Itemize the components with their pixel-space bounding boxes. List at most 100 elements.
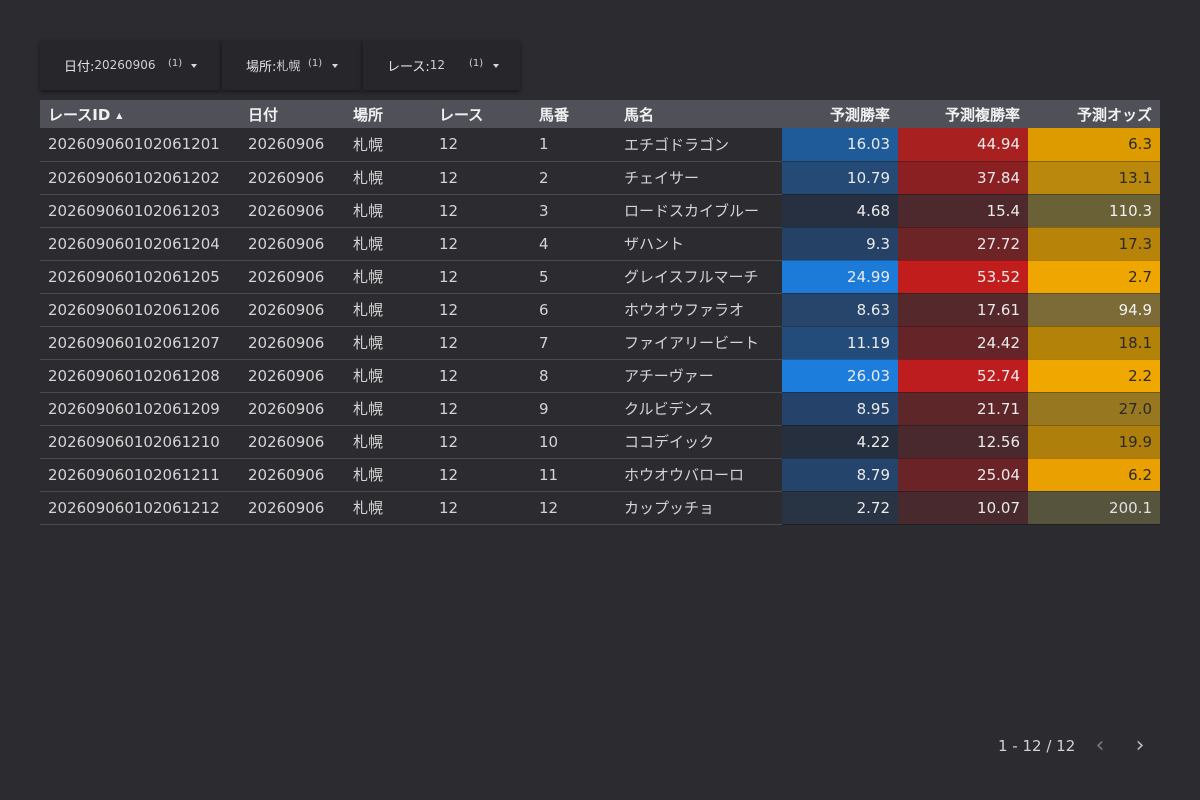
horse-name-cell: チェイサー <box>616 161 782 195</box>
race-cell: 12 <box>431 359 531 393</box>
win-rate-cell: 4.68 <box>782 194 898 228</box>
table-row: 202609060102061201 20260906 札幌 12 1 エチゴドラゴン 16… <box>40 128 1160 162</box>
date-cell: 20260906 <box>240 491 345 525</box>
horse-name-cell: アチーヴァー <box>616 359 782 393</box>
prediction-table: レースID ▲ 日付 場所 レース 馬番 馬名 予測勝率 予測複勝率 予測オッズ … <box>40 100 1160 525</box>
odds-cell: 6.2 <box>1028 458 1160 492</box>
table-row: 202609060102061205 20260906 札幌 12 5 グレイスフルマーチ… <box>40 260 1160 294</box>
win-rate-cell: 8.95 <box>782 392 898 426</box>
column-header-date[interactable]: 日付 <box>240 100 345 128</box>
chevron-left-icon[interactable]: ‹ <box>1080 734 1120 758</box>
odds-cell: 110.3 <box>1028 194 1160 228</box>
venue-filter-count: (1) <box>308 58 323 69</box>
race-id-cell: 202609060102061208 <box>40 359 240 393</box>
win-rate-cell: 16.03 <box>782 128 898 162</box>
column-header-place-rate[interactable]: 予測複勝率 <box>898 100 1028 128</box>
place-rate-cell: 24.42 <box>898 326 1028 360</box>
race-id-cell: 202609060102061210 <box>40 425 240 459</box>
odds-cell: 6.3 <box>1028 128 1160 162</box>
place-rate-cell: 15.4 <box>898 194 1028 228</box>
race-id-cell: 202609060102061205 <box>40 260 240 294</box>
odds-cell: 94.9 <box>1028 293 1160 327</box>
column-header-venue[interactable]: 場所 <box>345 100 431 128</box>
place-rate-cell: 52.74 <box>898 359 1028 393</box>
dropdown-caret-icon <box>191 64 197 68</box>
venue-cell: 札幌 <box>345 293 431 327</box>
table-row: 202609060102061203 20260906 札幌 12 3 ロードスカイブルー… <box>40 194 1160 228</box>
race-id-cell: 202609060102061206 <box>40 293 240 327</box>
venue-cell: 札幌 <box>345 392 431 426</box>
table-row: 202609060102061210 20260906 札幌 12 10 ココデイック 4.… <box>40 425 1160 459</box>
chevron-right-icon[interactable]: › <box>1120 734 1160 758</box>
odds-cell: 13.1 <box>1028 161 1160 195</box>
table-row: 202609060102061209 20260906 札幌 12 9 クルビデンス 8.9… <box>40 392 1160 426</box>
win-rate-cell: 8.63 <box>782 293 898 327</box>
horse-name-cell: ロードスカイブルー <box>616 194 782 228</box>
horse-number-cell: 11 <box>531 458 616 492</box>
venue-cell: 札幌 <box>345 359 431 393</box>
place-rate-cell: 37.84 <box>898 161 1028 195</box>
dropdown-caret-icon <box>332 64 338 68</box>
table-row: 202609060102061206 20260906 札幌 12 6 ホウオウファラオ 8… <box>40 293 1160 327</box>
date-cell: 20260906 <box>240 227 345 261</box>
win-rate-cell: 24.99 <box>782 260 898 294</box>
race-id-cell: 202609060102061212 <box>40 491 240 525</box>
date-cell: 20260906 <box>240 194 345 228</box>
odds-cell: 2.7 <box>1028 260 1160 294</box>
column-header-horse-number[interactable]: 馬番 <box>531 100 616 128</box>
place-rate-cell: 27.72 <box>898 227 1028 261</box>
race-filter[interactable]: レース: 12 (1) <box>363 40 520 90</box>
column-header-horse-name[interactable]: 馬名 <box>616 100 782 128</box>
table-header: レースID ▲ 日付 場所 レース 馬番 馬名 予測勝率 予測複勝率 予測オッズ <box>40 100 1160 128</box>
horse-name-cell: ココデイック <box>616 425 782 459</box>
venue-filter-label: 場所: <box>246 59 277 75</box>
horse-number-cell: 10 <box>531 425 616 459</box>
place-rate-cell: 21.71 <box>898 392 1028 426</box>
race-filter-value: 12 <box>429 58 446 72</box>
column-header-win-rate[interactable]: 予測勝率 <box>782 100 898 128</box>
place-rate-cell: 17.61 <box>898 293 1028 327</box>
horse-number-cell: 6 <box>531 293 616 327</box>
horse-name-cell: ザハント <box>616 227 782 261</box>
odds-cell: 2.2 <box>1028 359 1160 393</box>
horse-number-cell: 2 <box>531 161 616 195</box>
win-rate-cell: 4.22 <box>782 425 898 459</box>
venue-filter-value: 札幌 <box>276 58 301 73</box>
horse-number-cell: 4 <box>531 227 616 261</box>
venue-filter[interactable]: 場所: 札幌 (1) <box>222 40 361 90</box>
pagination: 1 - 12 / 12 ‹ › <box>990 734 1160 758</box>
venue-cell: 札幌 <box>345 491 431 525</box>
race-cell: 12 <box>431 326 531 360</box>
table-body: 202609060102061201 20260906 札幌 12 1 エチゴドラゴン 16… <box>40 128 1160 525</box>
race-id-cell: 202609060102061202 <box>40 161 240 195</box>
race-cell: 12 <box>431 392 531 426</box>
date-cell: 20260906 <box>240 392 345 426</box>
horse-number-cell: 3 <box>531 194 616 228</box>
race-id-cell: 202609060102061211 <box>40 458 240 492</box>
date-filter[interactable]: 日付: 20260906 (1) <box>40 40 220 90</box>
column-header-race-id[interactable]: レースID ▲ <box>40 100 240 128</box>
horse-name-cell: クルビデンス <box>616 392 782 426</box>
date-filter-label: 日付: <box>64 59 95 75</box>
date-cell: 20260906 <box>240 260 345 294</box>
column-header-odds[interactable]: 予測オッズ <box>1028 100 1160 128</box>
race-cell: 12 <box>431 128 531 162</box>
filter-bar: 日付: 20260906 (1) 場所: 札幌 (1) レース: 12 (1) <box>40 40 520 90</box>
venue-cell: 札幌 <box>345 458 431 492</box>
column-header-race[interactable]: レース <box>431 100 531 128</box>
venue-cell: 札幌 <box>345 161 431 195</box>
race-cell: 12 <box>431 425 531 459</box>
pagination-label: 1 - 12 / 12 <box>998 737 1076 755</box>
race-cell: 12 <box>431 260 531 294</box>
table-row: 202609060102061211 20260906 札幌 12 11 ホウオウバローロ… <box>40 458 1160 492</box>
odds-cell: 17.3 <box>1028 227 1160 261</box>
horse-name-cell: エチゴドラゴン <box>616 128 782 162</box>
date-cell: 20260906 <box>240 293 345 327</box>
win-rate-cell: 9.3 <box>782 227 898 261</box>
horse-name-cell: ホウオウファラオ <box>616 293 782 327</box>
race-cell: 12 <box>431 491 531 525</box>
sort-ascending-icon: ▲ <box>116 110 123 120</box>
race-id-cell: 202609060102061203 <box>40 194 240 228</box>
table-row: 202609060102061202 20260906 札幌 12 2 チェイサー 10.7… <box>40 161 1160 195</box>
venue-cell: 札幌 <box>345 227 431 261</box>
